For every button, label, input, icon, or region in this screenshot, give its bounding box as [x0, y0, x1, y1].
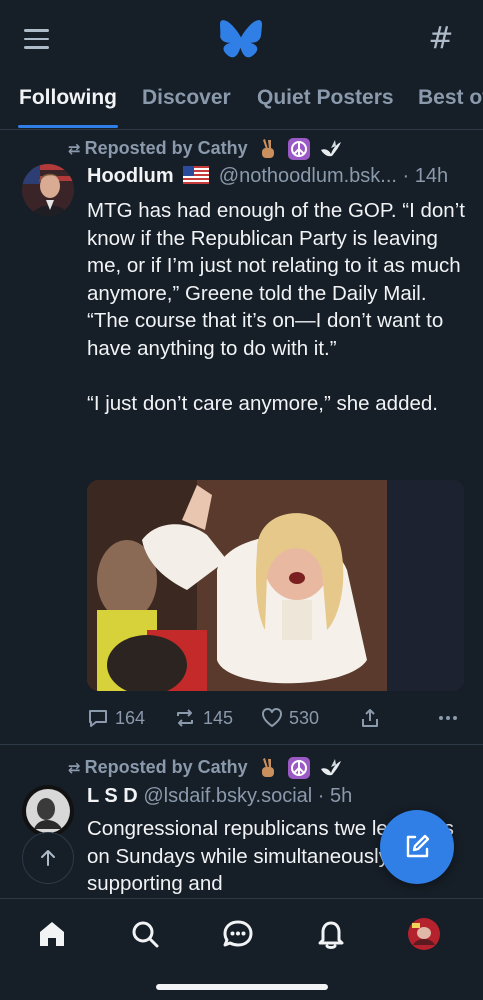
heart-icon — [262, 708, 282, 727]
more-dots-icon — [439, 716, 457, 720]
repost-icon — [177, 709, 193, 727]
like-button[interactable]: 530 — [261, 707, 319, 729]
notifications-bell-icon[interactable] — [314, 917, 348, 951]
post-timestamp: · 14h — [402, 165, 449, 187]
arrow-up-icon — [41, 850, 55, 866]
top-bar: # — [0, 0, 483, 78]
post-image[interactable] — [87, 480, 464, 691]
feed-tabs: Following Discover Quiet Posters Best of — [0, 78, 483, 130]
peace-symbol-icon — [287, 138, 310, 161]
repost-icon: ⇄ — [68, 140, 81, 158]
post-text: MTG has had enough of the GOP. “I don’t … — [87, 199, 465, 415]
post-timestamp: · 5h — [317, 785, 353, 807]
more-options-button[interactable] — [437, 707, 459, 729]
reply-button[interactable]: 164 — [87, 707, 145, 729]
reply-count: 164 — [115, 707, 146, 728]
dove-icon — [320, 140, 341, 157]
search-icon[interactable] — [128, 917, 162, 951]
peace-symbol-icon — [287, 757, 310, 780]
compose-post-button[interactable] — [380, 810, 454, 884]
share-icon — [362, 709, 378, 727]
tab-best-of[interactable]: Best of — [418, 86, 483, 110]
author-name[interactable]: L S D — [87, 785, 138, 807]
post-author-line: L S D @lsdaif.bsky.social · 5h — [87, 785, 467, 808]
home-indicator — [156, 984, 328, 990]
victory-hand-icon — [261, 758, 274, 778]
us-flag-icon — [183, 166, 210, 184]
active-tab-indicator — [18, 125, 118, 128]
author-handle[interactable]: @nothoodlum.bsk... — [219, 165, 397, 187]
scroll-to-top-button[interactable] — [22, 832, 74, 884]
repost-count: 145 — [203, 707, 234, 728]
compose-pencil-icon — [406, 834, 430, 858]
victory-hand-icon — [261, 139, 274, 159]
author-handle[interactable]: @lsdaif.bsky.social — [143, 785, 312, 807]
avatar[interactable] — [22, 164, 74, 216]
tab-quiet-posters[interactable]: Quiet Posters — [257, 86, 394, 110]
bluesky-butterfly-icon[interactable] — [220, 20, 262, 58]
tab-following[interactable]: Following — [19, 86, 117, 110]
avatar[interactable] — [22, 785, 74, 837]
post-author-line: Hoodlum @nothoodlum.bsk... · 14h — [87, 165, 467, 188]
home-icon[interactable] — [35, 917, 69, 951]
repost-icon: ⇄ — [68, 759, 81, 777]
like-count: 530 — [289, 707, 320, 728]
post-actions: 164 145 530 — [87, 707, 467, 737]
tab-discover[interactable]: Discover — [142, 86, 231, 110]
dove-icon — [320, 759, 341, 776]
share-button[interactable] — [359, 707, 381, 729]
reply-icon — [89, 710, 107, 727]
hashtag-icon[interactable]: # — [426, 24, 456, 54]
chat-icon[interactable] — [221, 917, 255, 951]
author-name[interactable]: Hoodlum — [87, 165, 174, 187]
repost-button[interactable]: 145 — [173, 707, 233, 729]
repost-indicator: ⇄ Reposted by Cathy — [68, 757, 343, 780]
hamburger-menu-icon[interactable] — [24, 29, 49, 49]
repost-indicator: ⇄ Reposted by Cathy — [68, 138, 343, 161]
feed-post[interactable]: ⇄ Reposted by Cathy Hoodlum @nothoodlum.… — [0, 131, 483, 743]
profile-avatar[interactable] — [407, 917, 441, 951]
